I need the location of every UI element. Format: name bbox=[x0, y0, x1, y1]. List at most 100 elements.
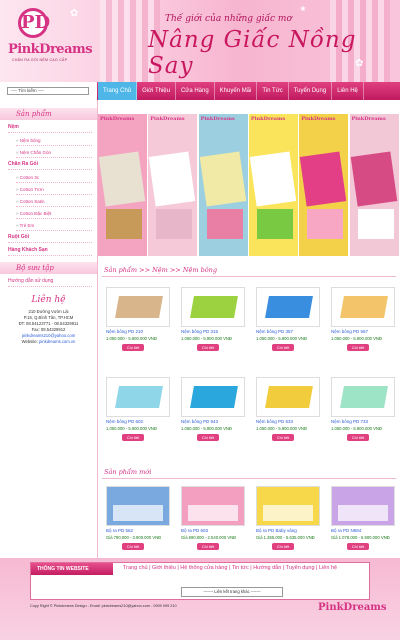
product-name[interactable]: Bộ ra PD 603 bbox=[181, 528, 251, 533]
sidebar-subcategory[interactable]: Nệm bông bbox=[16, 136, 92, 146]
product-image[interactable] bbox=[331, 287, 395, 327]
product-price: Giá 1.078.000 - 5.900.000 VNĐ bbox=[331, 535, 390, 540]
detail-button[interactable]: Chi tiết bbox=[197, 434, 219, 441]
sidebar-category[interactable]: Chăn Ra Gối bbox=[8, 160, 92, 170]
product-image[interactable] bbox=[106, 287, 170, 327]
detail-button[interactable]: Chi tiết bbox=[122, 543, 144, 550]
detail-button[interactable]: Chi tiết bbox=[272, 543, 294, 550]
breadcrumb: Sản phẩm >> Nệm >> Nệm bông bbox=[104, 266, 218, 274]
sidebar-subcategory[interactable]: Cotton 3c bbox=[16, 173, 92, 183]
search-input[interactable]: ---- Tìm kiếm ---- bbox=[7, 87, 89, 95]
product-swatch bbox=[340, 386, 388, 408]
content: PinkDreams PinkDreams PinkDreams PinkDreams… bbox=[98, 100, 400, 558]
detail-button[interactable]: Chi tiết bbox=[347, 434, 369, 441]
product-name[interactable]: Nệm bông PD 357 bbox=[256, 329, 326, 334]
product-name[interactable]: Nệm bông PD 315 bbox=[181, 329, 251, 334]
divider bbox=[102, 478, 396, 479]
product-name[interactable]: Nệm bông PD 633 bbox=[256, 419, 326, 424]
sidebar-subcategory[interactable]: Cotton Trơn bbox=[16, 185, 92, 195]
search-area: ---- Tìm kiếm ---- bbox=[0, 82, 97, 100]
nav-item[interactable]: Khuyến Mãi bbox=[215, 82, 258, 100]
product-name[interactable]: Bộ ra PD Baby vàng bbox=[256, 528, 326, 533]
sidebar-subcategory[interactable]: Cotton Satin bbox=[16, 197, 92, 207]
product-swatch bbox=[115, 386, 163, 408]
detail-button[interactable]: Chi tiết bbox=[347, 543, 369, 550]
nav-item[interactable]: Tuyển Dụng bbox=[289, 82, 333, 100]
nav-item[interactable]: Giới Thiệu bbox=[137, 82, 176, 100]
slogan-small: Thế giới của những giấc mơ bbox=[165, 14, 292, 24]
banner-slideshow[interactable]: PinkDreams PinkDreams PinkDreams PinkDreams… bbox=[98, 114, 400, 256]
product-name[interactable]: Nệm bông PD 210 bbox=[106, 329, 176, 334]
product-price: 1.050.000 - 5.900.000 VNĐ bbox=[181, 336, 232, 341]
product-image[interactable] bbox=[181, 377, 245, 417]
product-image[interactable] bbox=[256, 377, 320, 417]
contact-email[interactable]: pinkdreams210@yahoo.com bbox=[0, 333, 97, 338]
product-image[interactable] bbox=[256, 486, 320, 526]
footer-links[interactable]: Trang chủ | Giới thiệu | Hệ thống cửa hà… bbox=[123, 565, 337, 571]
external-links-select[interactable]: ------- Liên kết trang khác ------- bbox=[181, 587, 283, 597]
detail-button[interactable]: Chi tiết bbox=[347, 344, 369, 351]
slogan-big: Nâng Giấc Nồng Say bbox=[148, 27, 357, 79]
detail-button[interactable]: Chi tiết bbox=[197, 543, 219, 550]
sidebar-guide-link[interactable]: Hướng dẫn sử dụng bbox=[8, 277, 92, 287]
banner-image[interactable]: PinkDreams bbox=[299, 114, 349, 256]
product-swatch bbox=[115, 296, 163, 318]
sidebar-category[interactable]: Nệm bbox=[8, 123, 92, 133]
product-name[interactable]: Nệm bông PD 733 bbox=[331, 419, 400, 424]
product-name[interactable]: Nệm bông PD 567 bbox=[331, 329, 400, 334]
product-image[interactable] bbox=[106, 377, 170, 417]
product-name[interactable]: Nệm bông PD 602 bbox=[106, 419, 176, 424]
detail-button[interactable]: Chi tiết bbox=[197, 344, 219, 351]
contact-website-link[interactable]: pinkdreams.com.vn bbox=[39, 339, 75, 344]
flower-icon: ✿ bbox=[70, 8, 79, 19]
banner-brand: PinkDreams bbox=[301, 116, 336, 122]
contact-line: 210 Đường Vườn Lài bbox=[28, 309, 69, 314]
product-image[interactable] bbox=[256, 287, 320, 327]
contact-website-label: Website: bbox=[21, 339, 38, 344]
footer-info-box: THÔNG TIN WEBSITE Trang chủ | Giới thiệu… bbox=[30, 562, 370, 600]
banner-brand: PinkDreams bbox=[351, 116, 386, 122]
banner-image[interactable]: PinkDreams bbox=[98, 114, 147, 256]
sidebar-subcategory[interactable]: Nệm Chần Gòn bbox=[16, 148, 92, 158]
banner-fabric bbox=[249, 151, 297, 207]
nav-item[interactable]: Cửa Hàng bbox=[176, 82, 215, 100]
sidebar-subcategory[interactable]: Cotton Đặc Biệt bbox=[16, 209, 92, 219]
product-name[interactable]: Nệm bông PD 943 bbox=[181, 419, 251, 424]
product-name[interactable]: Bộ ra PD N684 bbox=[331, 528, 400, 533]
product-swatch bbox=[340, 296, 388, 318]
detail-button[interactable]: Chi tiết bbox=[272, 344, 294, 351]
sidebar-collection-title[interactable]: Bộ sưu tập bbox=[0, 262, 97, 274]
product-image[interactable] bbox=[181, 287, 245, 327]
nav-item[interactable]: Liên Hệ bbox=[332, 82, 364, 100]
sidebar-category[interactable]: Ruột Gối bbox=[8, 233, 92, 243]
detail-button[interactable]: Chi tiết bbox=[122, 434, 144, 441]
banner-image[interactable]: PinkDreams bbox=[148, 114, 198, 256]
banner-fabric bbox=[106, 209, 142, 239]
product-image[interactable] bbox=[106, 486, 170, 526]
banner-image[interactable]: PinkDreams bbox=[248, 114, 298, 256]
banner-fabric bbox=[307, 209, 344, 239]
logo-text[interactable]: PinkDreams bbox=[8, 42, 93, 57]
detail-button[interactable]: Chi tiết bbox=[272, 434, 294, 441]
detail-button[interactable]: Chi tiết bbox=[122, 344, 144, 351]
flower-icon: ❀ bbox=[300, 6, 306, 13]
product-name[interactable]: Bộ ra PD 562 bbox=[106, 528, 176, 533]
sidebar: Sản phẩm Nệm Nệm bông Nệm Chần Gòn Chăn Ra … bbox=[0, 100, 98, 558]
sidebar-subcategory[interactable]: Trẻ Em bbox=[16, 221, 92, 231]
nav-item[interactable]: Tin Tức bbox=[257, 82, 289, 100]
banner-image[interactable]: PinkDreams bbox=[198, 114, 248, 256]
product-swatch bbox=[265, 386, 313, 408]
banner-fabric bbox=[199, 151, 246, 207]
divider bbox=[102, 276, 396, 277]
product-image[interactable] bbox=[331, 486, 395, 526]
product-swatch bbox=[265, 296, 313, 318]
sidebar-category[interactable]: Hàng Khách Sạn bbox=[8, 246, 92, 256]
logo-emblem[interactable]: PD bbox=[18, 8, 50, 38]
banner-image[interactable]: PinkDreams bbox=[349, 114, 399, 256]
product-image[interactable] bbox=[331, 377, 395, 417]
banner-fabric bbox=[149, 151, 196, 207]
banner-brand: PinkDreams bbox=[200, 116, 235, 122]
footer-logo[interactable]: PinkDreams bbox=[318, 602, 387, 613]
nav-item[interactable]: Trang Chủ bbox=[98, 82, 138, 100]
product-image[interactable] bbox=[181, 486, 245, 526]
